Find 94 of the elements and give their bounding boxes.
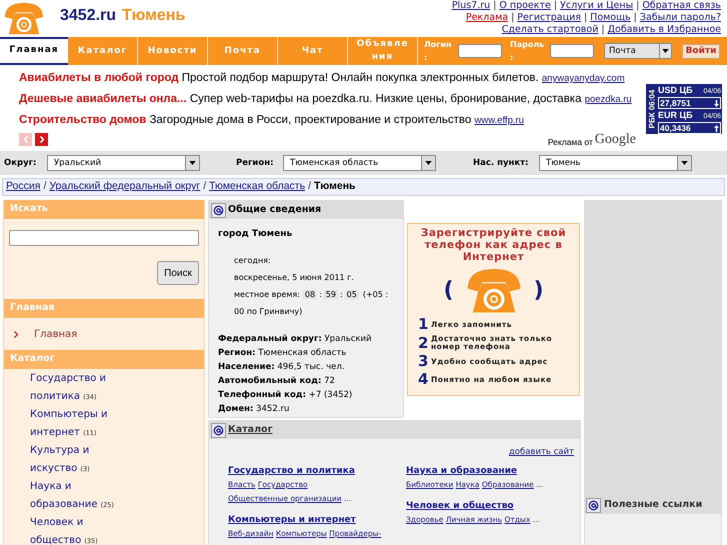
breadcrumb-link[interactable]: Россия (6, 179, 40, 195)
login-button[interactable]: Войти (682, 44, 720, 58)
category-heading[interactable]: Человек и общество (406, 500, 578, 513)
nav-tab[interactable]: Главная (0, 37, 68, 65)
filter-select[interactable]: Тюмень (539, 155, 692, 171)
password-field[interactable] (550, 44, 594, 58)
chevron-right-icon (40, 136, 44, 143)
login-field[interactable] (458, 44, 502, 58)
ticker-clock: РБК 06:04 (646, 90, 658, 128)
section-header: Главная (4, 299, 204, 318)
header-link[interactable]: Забыли пароль? (640, 12, 721, 24)
header-link[interactable]: Plus7.ru (452, 0, 490, 12)
at-icon (211, 202, 226, 218)
paren-text: ) (534, 276, 544, 304)
fact-text: Федеральный округ: Уральский (218, 332, 373, 346)
sidebar-link[interactable]: Главная (34, 326, 78, 342)
separator: | (634, 12, 637, 24)
step-number: 2 (418, 336, 427, 350)
site-title: 3452.ru (60, 6, 116, 26)
search-button[interactable]: Поиск (157, 261, 199, 285)
today-label: сегодня: (234, 254, 272, 266)
header-link[interactable]: Помощь (590, 12, 631, 24)
breadcrumb-current: Тюмень (314, 179, 356, 194)
separator: | (584, 12, 588, 24)
city-name: город Тюмень (218, 228, 294, 241)
section-header: Искать (4, 200, 204, 219)
dropdown-arrow-icon (681, 161, 688, 165)
date-text: воскресенье, 5 июня 2011 г. (234, 272, 355, 284)
panel-title: Полезные ссылки (604, 498, 702, 512)
filter-select[interactable]: Уральский (47, 155, 200, 171)
search-field[interactable] (9, 230, 199, 246)
separator: / (203, 179, 206, 194)
at-icon (211, 422, 226, 438)
filter-select[interactable]: Тюменская область (283, 155, 436, 171)
fact-text: Телефонный код: +7 (3452) (218, 388, 354, 402)
step-number: 3 (418, 354, 427, 369)
separator: | (493, 0, 496, 12)
header-link[interactable]: Реклама (466, 12, 508, 24)
chevron-left-icon (24, 136, 28, 143)
ad-link[interactable]: anywayanyday.com (542, 73, 625, 84)
mail-select[interactable]: Почта (604, 43, 672, 59)
dropdown-arrow-icon (425, 161, 432, 165)
header-link[interactable]: Обратная связь (642, 0, 721, 12)
login-label: Логин : (424, 39, 452, 64)
password-label: Пароль : (510, 39, 546, 64)
dropdown-arrow-icon (662, 49, 669, 53)
banner-title: Зарегистрируйте свой телефон как адрес в Интернет (420, 226, 568, 263)
header-link[interactable]: Услуги и Цены (560, 0, 634, 12)
category-heading[interactable]: Наука и образование (406, 464, 578, 478)
local-time-text: местное время: 08 : 59 : 05 (+05 : 00 по Гринвичу) (234, 288, 390, 318)
header-link[interactable]: Регистрация (517, 12, 581, 24)
rate-value: 40,3436 (660, 122, 691, 134)
separator: / (308, 179, 311, 194)
city-title: Тюмень (122, 6, 186, 26)
add-site-link[interactable]: добавить сайт (508, 446, 574, 459)
category-heading[interactable]: Государство и политика (228, 464, 400, 478)
rate-value: 27,8751 (660, 96, 691, 110)
filter-label: Регион: (236, 156, 275, 170)
section-header: Каталог (4, 350, 204, 369)
ad-text: Дешевые авиабилеты онла... Супер web-тарифы на poezdka.ru. Низкие цены, бронирование, доставка poezdka.ru (19, 92, 633, 107)
separator: | (636, 0, 640, 12)
dropdown-arrow-icon (189, 161, 196, 165)
bullet-icon (14, 330, 18, 338)
header-link[interactable]: О проекте (499, 0, 551, 12)
currency-name: USD ЦБ (658, 85, 693, 96)
fact-text: Автомобильный код: 72 (218, 374, 336, 388)
step-number: 4 (418, 372, 427, 387)
separator: | (511, 12, 514, 24)
at-icon (586, 498, 601, 512)
panel-title: Общие сведения (228, 202, 322, 217)
separator: / (43, 179, 46, 194)
google-label: Google (594, 132, 636, 148)
ad-text: Авиабилеты в любой город Простой подбор маршрута! Онлайн покупка электронных билетов. anywayanyday.com (19, 71, 626, 86)
separator: | (554, 0, 558, 12)
filter-label: Округ: (4, 156, 38, 170)
breadcrumb-link[interactable]: Тюменская область (209, 179, 306, 195)
paren-text: ( (443, 276, 454, 304)
breadcrumb-link[interactable]: Уральский федеральный округ (49, 179, 200, 195)
header-link[interactable]: Добавить в Избранное (608, 24, 721, 36)
category-heading[interactable]: Компьютеры и интернет (228, 514, 400, 527)
filter-label: Нас. пункт: (473, 156, 530, 170)
fact-text: Население: 496,5 тыс. чел. (218, 360, 346, 374)
currency-name: EUR ЦБ (658, 110, 693, 121)
ads-by-label: Реклама от (548, 136, 593, 148)
fact-text: Домен: 3452.ru (218, 402, 290, 416)
separator: | (601, 24, 605, 36)
next-button[interactable] (35, 133, 48, 146)
header-link[interactable]: Сделать стартовой (502, 24, 598, 36)
step-number: 1 (418, 317, 427, 332)
ad-text: Строительство домов Загородные дома в Росси, проектирование и строительство www.effp.ru (19, 113, 525, 128)
fact-text: Регион: Тюменская область (218, 346, 348, 360)
ad-link[interactable]: poezdka.ru (584, 94, 632, 105)
panel-title-link[interactable]: Каталог (228, 422, 273, 438)
ad-link[interactable]: www.effp.ru (474, 115, 524, 126)
